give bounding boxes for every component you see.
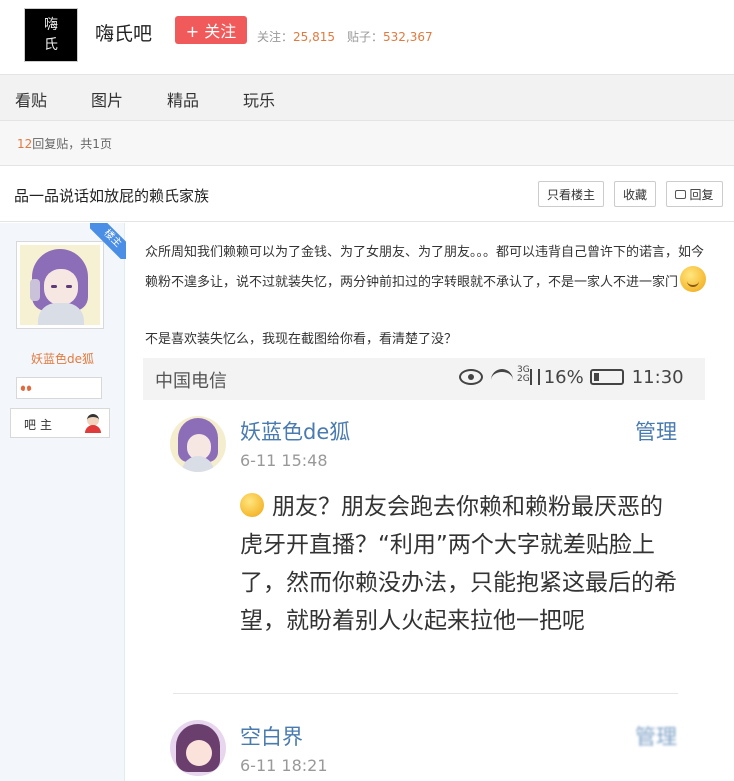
post-paragraph-1: 众所周知我们赖赖可以为了金钱、为了女朋友、为了朋友。。。都可以违背自己曾许下的诺… (145, 240, 715, 296)
favorite-button[interactable]: 收藏 (614, 181, 656, 207)
reply-button[interactable]: 回复 (666, 181, 723, 207)
smile-emoji-icon (240, 493, 264, 517)
network-bottom: 2G (517, 374, 530, 384)
comment-manage-link: 管理 (635, 420, 677, 444)
reply-count-bar: 12回复贴，共1页 (0, 121, 734, 166)
speech-bubble-icon (675, 189, 687, 199)
forum-nav: 看贴 图片 精品 玩乐 (0, 74, 734, 121)
tab-fun[interactable]: 玩乐 (243, 87, 275, 111)
tab-view-posts[interactable]: 看贴 (15, 87, 47, 111)
embedded-screenshot: 中国电信 3G 2G 16% 11:30 妖蓝色de狐 6-11 15:48 管理 朋… (143, 358, 705, 781)
reply-button-label: 回复 (689, 187, 714, 202)
follow-button[interactable]: + 关注 (175, 16, 247, 44)
post-paragraph-1-text: 众所周知我们赖赖可以为了金钱、为了女朋友、为了朋友。。。都可以违背自己曾许下的诺… (145, 245, 705, 290)
reply-count-text: 12回复贴，共1页 (17, 135, 112, 152)
comment-username: 妖蓝色de狐 (240, 420, 351, 444)
reply-count-label: 回复贴，共 (32, 137, 93, 151)
op-ribbon: 楼主 (90, 223, 126, 259)
page-count: 1 (92, 137, 100, 151)
forum-logo[interactable]: 嗨 氏 (24, 8, 78, 62)
signal-icon (529, 369, 540, 385)
comment-divider (173, 693, 678, 694)
only-op-button[interactable]: 只看楼主 (538, 181, 604, 207)
comment-text: 朋友？朋友会跑去你赖和赖粉最厌恶的虎牙开直播？“利用”两个大字就差贴脸上了，然而… (240, 494, 677, 634)
post-paragraph-2: 不是喜欢装失忆么，我现在截图给你看，看清楚了没？ (145, 332, 458, 347)
op-badge-label: 楼主 (90, 223, 126, 259)
battery-percent: 16% (543, 367, 584, 388)
network-type: 3G 2G (517, 366, 530, 384)
author-sidebar: 妖蓝色de狐 吧主 (0, 223, 125, 781)
role-label: 吧主 (24, 418, 57, 432)
smile-emoji-icon (680, 266, 707, 292)
lungs-icon (20, 378, 32, 391)
comment-username-2: 空白界 (240, 725, 303, 749)
comment-manage-link-2: 管理 (635, 725, 677, 749)
posts-count-label: 贴子： (347, 30, 384, 44)
follow-count-label: 关注： (257, 30, 294, 44)
logo-char-1: 嗨 (44, 17, 58, 33)
reply-count: 12 (17, 137, 33, 151)
page-count-suffix: 页 (99, 137, 112, 151)
wifi-icon (491, 369, 513, 385)
follow-count: 25,815 (293, 30, 336, 44)
forum-header: 嗨 氏 嗨氏吧 + 关注 关注：25,815 贴子：532,367 (0, 0, 734, 74)
status-time: 11:30 (631, 367, 684, 388)
comment-time-2: 6-11 18:21 (240, 756, 328, 775)
moderator-avatar-icon (83, 413, 103, 433)
avatar-image (20, 245, 100, 325)
tab-featured[interactable]: 精品 (167, 87, 199, 111)
comment-body: 朋友？朋友会跑去你赖和赖粉最厌恶的虎牙开直播？“利用”两个大字就差贴脸上了，然而… (240, 488, 680, 640)
level-badge[interactable] (16, 377, 102, 399)
moderator-badge[interactable]: 吧主 (10, 408, 110, 438)
carrier-name: 中国电信 (155, 371, 227, 392)
forum-stats: 关注：25,815 贴子：532,367 (257, 28, 433, 45)
thread-title: 品一品说话如放屁的赖氏家族 (14, 187, 210, 205)
comment-avatar-2 (170, 720, 226, 776)
forum-name[interactable]: 嗨氏吧 (95, 19, 152, 46)
thread-title-bar: 品一品说话如放屁的赖氏家族 只看楼主 收藏 回复 (0, 166, 734, 222)
posts-count: 532,367 (383, 30, 433, 44)
eye-protection-icon (459, 369, 483, 385)
logo-char-2: 氏 (44, 37, 58, 53)
phone-status-bar: 中国电信 3G 2G 16% 11:30 (143, 358, 705, 400)
battery-icon (589, 369, 624, 385)
comment-time: 6-11 15:48 (240, 451, 328, 470)
comment-avatar (170, 416, 226, 472)
tab-pictures[interactable]: 图片 (91, 87, 123, 111)
status-icons: 3G 2G 16% 11:30 (459, 366, 684, 388)
author-username[interactable]: 妖蓝色de狐 (0, 350, 125, 367)
